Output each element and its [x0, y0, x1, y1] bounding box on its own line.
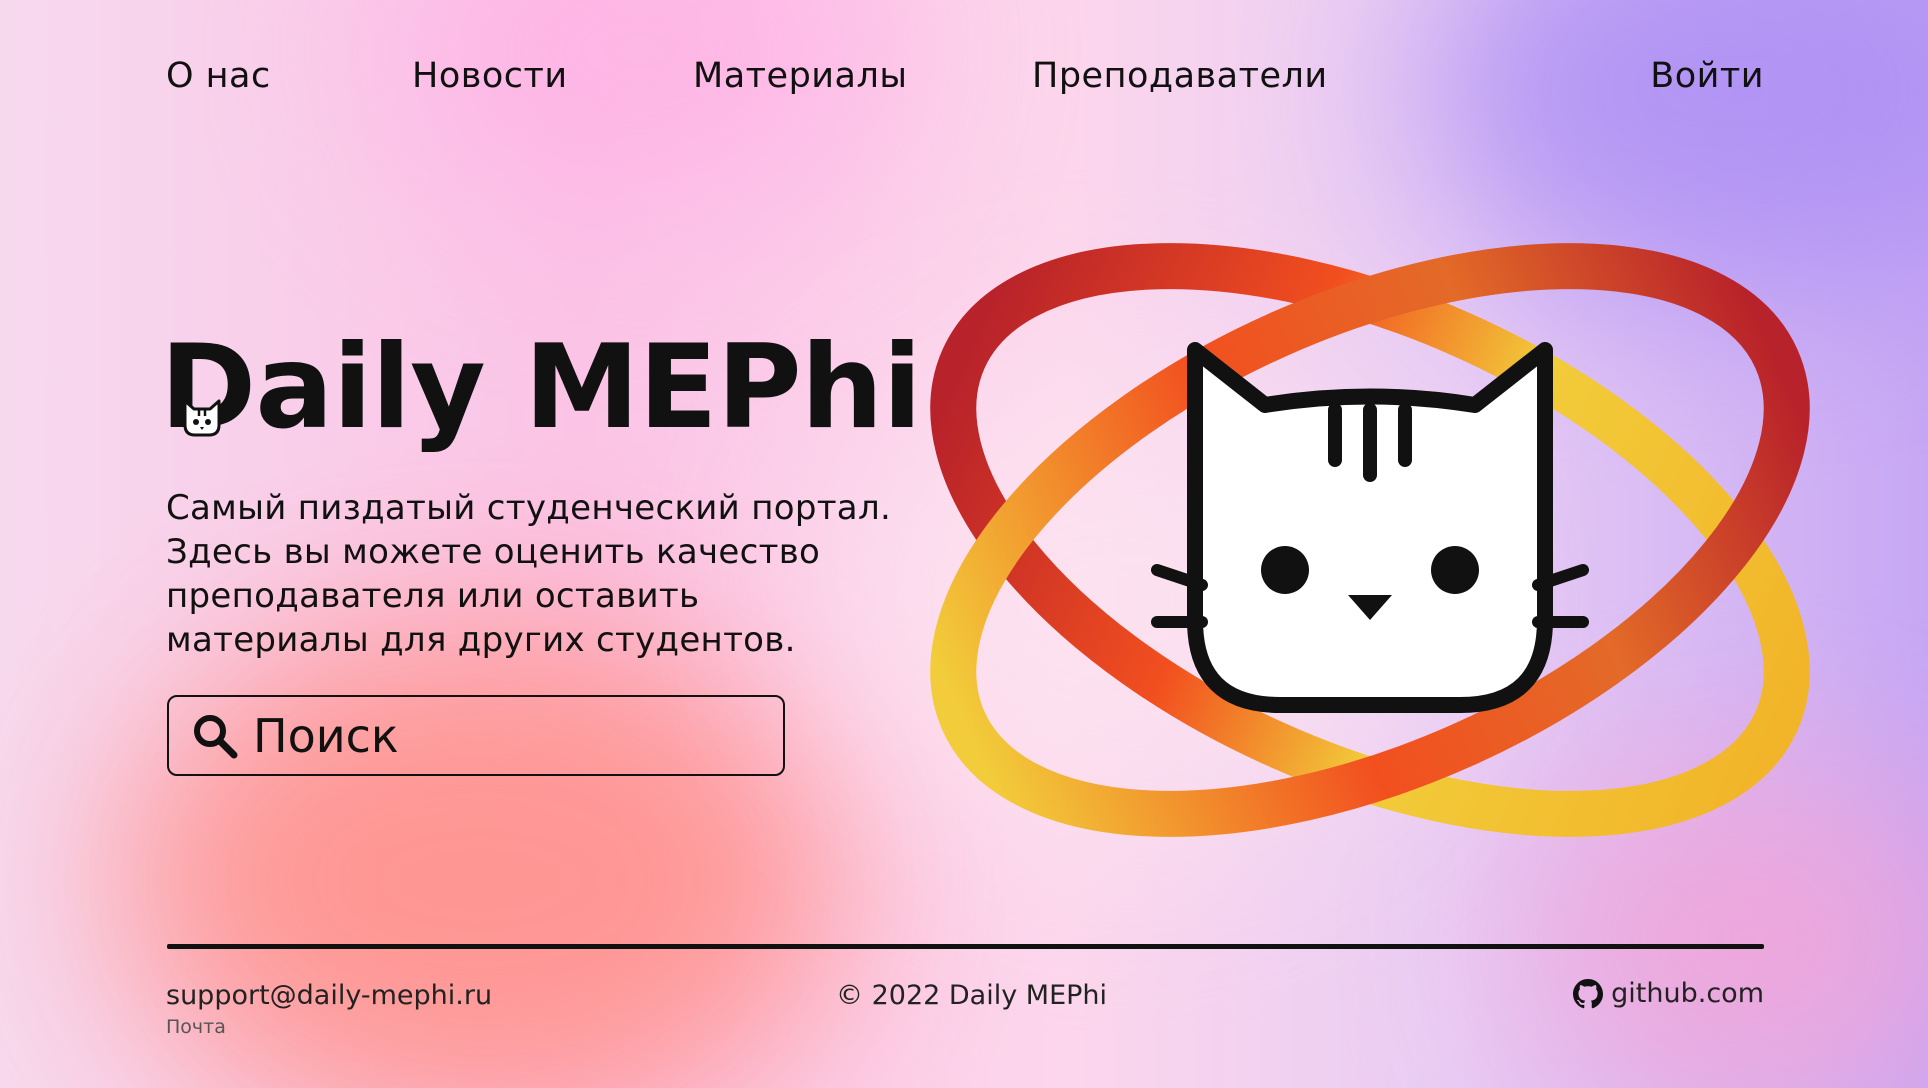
support-email-link[interactable]: support@daily-mephi.ru	[166, 980, 492, 1011]
search-label: Поиск	[253, 708, 399, 763]
search-box[interactable]: Поиск	[167, 695, 785, 776]
github-link[interactable]: github.com	[1573, 978, 1764, 1009]
copyright: © 2022 Daily MEPhi	[836, 980, 1108, 1011]
nav-link-about[interactable]: О нас	[166, 56, 271, 96]
site-title: Daily MEPhi	[160, 320, 922, 455]
hero-description-line: преподавателя или оставить	[166, 576, 700, 616]
nav-link-materials[interactable]: Материалы	[693, 56, 907, 96]
hero-description: Самый пиздатый студенческий портал. Здес…	[166, 486, 946, 662]
github-icon	[1573, 978, 1604, 1008]
email-caption: Почта	[166, 1016, 226, 1038]
login-link[interactable]: Войти	[1650, 56, 1764, 96]
nav-link-news[interactable]: Новости	[412, 56, 568, 96]
hero-description-line: материалы для других студентов.	[166, 620, 796, 660]
cat-face-icon	[1151, 342, 1589, 713]
footer-divider	[167, 944, 1764, 949]
small-cat-icon	[183, 399, 221, 437]
search-icon	[194, 714, 238, 758]
cat-atom-logo	[930, 243, 1810, 837]
nav-link-teachers[interactable]: Преподаватели	[1032, 56, 1328, 96]
github-label: github.com	[1611, 978, 1764, 1009]
hero-description-line: Здесь вы можете оценить качество	[166, 532, 821, 572]
hero-description-line: Самый пиздатый студенческий портал.	[166, 488, 892, 528]
top-navigation: О нас Новости Материалы Преподаватели Во…	[0, 0, 1928, 160]
